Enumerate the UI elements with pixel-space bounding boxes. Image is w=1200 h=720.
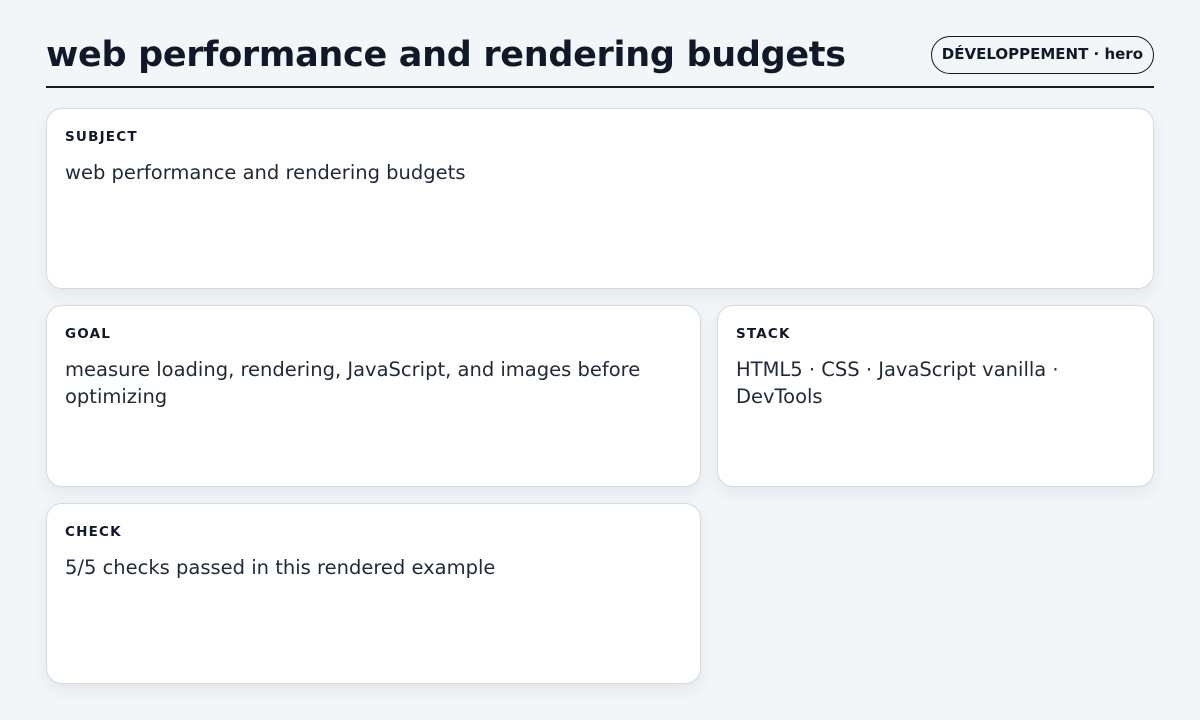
page-title: web performance and rendering budgets <box>46 35 846 75</box>
check-text: 5/5 checks passed in this rendered examp… <box>65 556 496 579</box>
category-badge: DÉVELOPPEMENT · hero <box>930 36 1154 74</box>
subject-text: web performance and rendering budgets <box>65 161 466 184</box>
goal-label: GOAL <box>65 326 112 342</box>
page-header: web performance and rendering budgets DÉ… <box>46 30 1154 88</box>
stack-label: STACK <box>736 326 791 342</box>
goal-card: GOAL measure loading, rendering, JavaScr… <box>46 305 701 487</box>
stack-card: STACK HTML5 · CSS · JavaScript vanilla ·… <box>717 305 1154 487</box>
goal-text: measure loading, rendering, JavaScript, … <box>65 358 641 408</box>
page: web performance and rendering budgets DÉ… <box>0 0 1200 720</box>
stack-text: HTML5 · CSS · JavaScript vanilla · DevTo… <box>736 358 1059 408</box>
check-label: CHECK <box>65 524 122 540</box>
subject-card: SUBJECT web performance and rendering bu… <box>46 108 1154 289</box>
subject-label: SUBJECT <box>65 129 138 145</box>
check-card: CHECK 5/5 checks passed in this rendered… <box>46 503 701 684</box>
